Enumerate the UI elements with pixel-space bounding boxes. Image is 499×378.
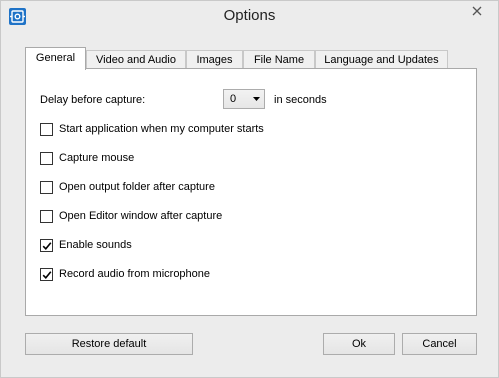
tab-language-and-updates[interactable]: Language and Updates <box>315 50 448 68</box>
options-dialog: Options General Video and Audio Images F… <box>0 0 499 378</box>
option-label: Enable sounds <box>59 239 132 251</box>
checkbox[interactable] <box>40 123 53 136</box>
delay-unit-label: in seconds <box>274 94 327 106</box>
tab-images[interactable]: Images <box>186 50 243 68</box>
option-label: Record audio from microphone <box>59 268 211 280</box>
ok-button[interactable]: Ok <box>323 333 395 355</box>
checkmark-icon <box>42 242 52 250</box>
close-icon <box>472 6 482 16</box>
tab-general[interactable]: General <box>25 47 86 70</box>
option-label: Open Editor window after capture <box>59 210 223 222</box>
checkbox[interactable] <box>40 181 53 194</box>
title-bar: Options <box>1 1 498 32</box>
restore-default-button[interactable]: Restore default <box>25 333 193 355</box>
checkbox-checked[interactable] <box>40 239 53 252</box>
checkmark-icon <box>42 271 52 279</box>
checkbox[interactable] <box>40 152 53 165</box>
delay-label: Delay before capture: <box>40 94 146 106</box>
checkbox[interactable] <box>40 210 53 223</box>
option-label: Start application when my computer start… <box>59 123 264 135</box>
option-label: Capture mouse <box>59 152 135 164</box>
cancel-button[interactable]: Cancel <box>402 333 477 355</box>
chevron-down-icon <box>253 97 260 101</box>
tab-file-name[interactable]: File Name <box>243 50 315 68</box>
window-title: Options <box>223 7 276 24</box>
close-button[interactable] <box>463 1 492 21</box>
tab-video-and-audio[interactable]: Video and Audio <box>86 50 186 68</box>
general-panel: Delay before capture: 0 in seconds Start… <box>25 68 477 316</box>
delay-value: 0 <box>230 93 237 105</box>
checkbox-checked[interactable] <box>40 268 53 281</box>
option-label: Open output folder after capture <box>59 181 215 193</box>
delay-dropdown[interactable]: 0 <box>223 89 265 109</box>
